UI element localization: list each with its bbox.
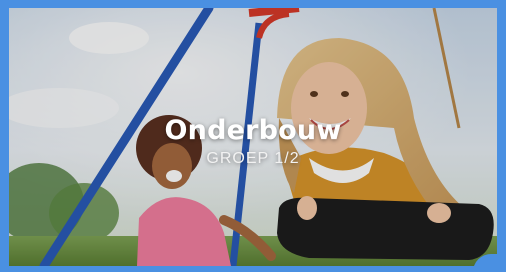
- group-card-onderbouw[interactable]: Onderbouw GROEP 1/2: [0, 0, 506, 272]
- card-caption: Onderbouw GROEP 1/2: [9, 116, 497, 169]
- card-title: Onderbouw: [164, 115, 342, 146]
- card-subtitle: GROEP 1/2: [206, 150, 300, 167]
